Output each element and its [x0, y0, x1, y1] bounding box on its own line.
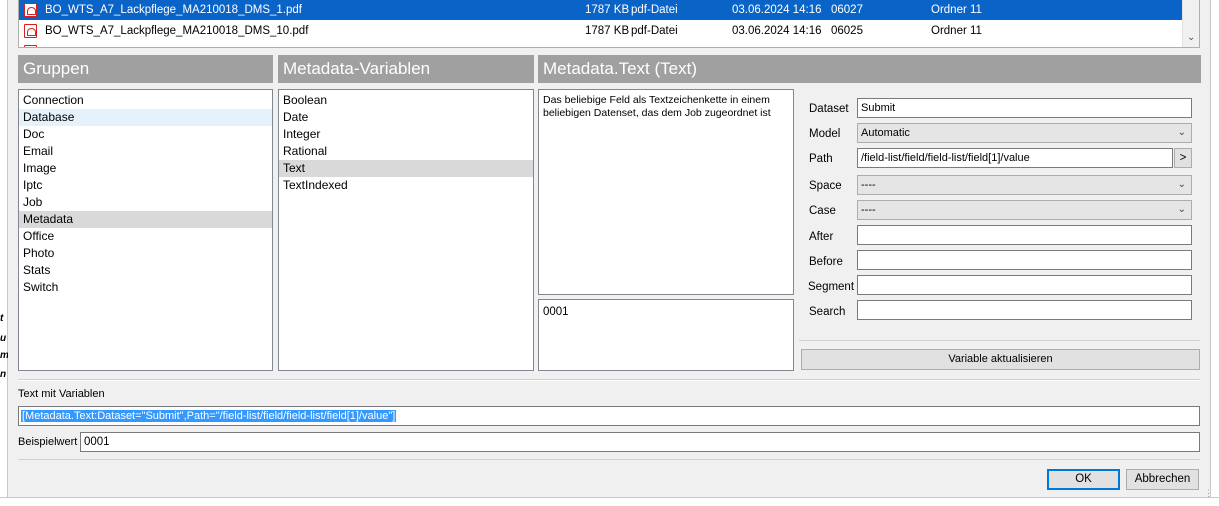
file-row[interactable]: BO_WTS_A7_Lackpflege_MA210018_DMS_1.pdf … [19, 0, 1184, 20]
model-value: Automatic [861, 127, 910, 139]
group-item-metadata[interactable]: Metadata [19, 211, 272, 228]
search-input[interactable] [857, 300, 1192, 320]
file-list-scrollbar[interactable]: ⌄ [1182, 0, 1199, 47]
background-window-left [0, 0, 8, 506]
file-type: pdf-Datei [631, 25, 678, 37]
chevron-down-icon[interactable]: ⌄ [1187, 32, 1195, 43]
path-label: Path [809, 153, 833, 165]
chevron-down-icon: ⌄ [1177, 204, 1186, 215]
model-select[interactable]: Automatic ⌄ [857, 123, 1192, 143]
groups-header: Gruppen [18, 55, 273, 83]
background-window-bottom [0, 497, 1219, 506]
segment-label: Segment [808, 281, 855, 293]
path-browse-button[interactable]: > [1174, 148, 1192, 168]
background-text-fragment: u [0, 333, 7, 344]
detail-header: Metadata.Text (Text) [538, 55, 1201, 83]
file-type: pdf-Datei [631, 4, 678, 16]
before-input[interactable] [857, 250, 1192, 270]
variables-list[interactable]: Boolean Date Integer Rational Text TextI… [278, 89, 534, 371]
pdf-icon [24, 3, 37, 17]
space-select[interactable]: ---- ⌄ [857, 175, 1192, 195]
background-text-fragment: t [0, 313, 4, 324]
file-name: BO_WTS_A7_Lackpflege_MA210018_DMS_1.pdf [45, 4, 302, 16]
group-item-email[interactable]: Email [19, 143, 272, 160]
groups-list[interactable]: Connection Database Doc Email Image Iptc… [18, 89, 273, 371]
file-date: 03.06.2024 14:16 [732, 4, 822, 16]
ok-button[interactable]: OK [1047, 469, 1120, 490]
group-item-iptc[interactable]: Iptc [19, 177, 272, 194]
text-with-variables-value: [Metadata.Text:Dataset="Submit",Path="/f… [21, 410, 397, 422]
background-window-right [1210, 0, 1219, 506]
search-label: Search [809, 306, 846, 318]
file-row-partial[interactable] [19, 42, 1184, 47]
resize-grip-icon[interactable]: ⋮ [1204, 488, 1213, 499]
variable-description: Das beliebige Feld als Textzeichenkette … [538, 89, 794, 295]
chevron-down-icon: ⌄ [1177, 179, 1186, 190]
pdf-icon [24, 45, 37, 47]
dataset-label: Dataset [809, 103, 849, 115]
chevron-down-icon: ⌄ [1177, 127, 1186, 138]
text-with-variables-input[interactable]: [Metadata.Text:Dataset="Submit",Path="/f… [18, 406, 1200, 426]
case-value: ---- [861, 204, 876, 216]
group-item-stats[interactable]: Stats [19, 262, 272, 279]
variable-item-rational[interactable]: Rational [279, 143, 533, 160]
example-label: Beispielwert [18, 436, 78, 448]
variable-item-boolean[interactable]: Boolean [279, 92, 533, 109]
file-name: BO_WTS_A7_Lackpflege_MA210018_DMS_10.pdf [45, 25, 309, 37]
pdf-icon [24, 24, 37, 38]
file-id: 06027 [831, 4, 863, 16]
group-item-job[interactable]: Job [19, 194, 272, 211]
segment-input[interactable] [857, 275, 1192, 295]
variable-item-textindexed[interactable]: TextIndexed [279, 177, 533, 194]
example-value-input[interactable]: 0001 [80, 432, 1200, 452]
text-with-variables-label: Text mit Variablen [18, 388, 105, 400]
file-size: 1787 KB [585, 25, 630, 37]
group-item-photo[interactable]: Photo [19, 245, 272, 262]
file-folder: Ordner 11 [931, 25, 982, 37]
variable-item-integer[interactable]: Integer [279, 126, 533, 143]
case-select[interactable]: ---- ⌄ [857, 200, 1192, 220]
file-list[interactable]: BO_WTS_A7_Lackpflege_MA210018_DMS_1.pdf … [18, 0, 1200, 48]
after-label: After [809, 231, 834, 243]
group-item-switch[interactable]: Switch [19, 279, 272, 296]
file-row[interactable]: BO_WTS_A7_Lackpflege_MA210018_DMS_10.pdf… [19, 21, 1184, 41]
group-item-doc[interactable]: Doc [19, 126, 272, 143]
footer-divider [18, 459, 1200, 460]
cancel-button[interactable]: Abbrechen [1126, 469, 1199, 490]
section-divider-highlight [18, 380, 1200, 381]
space-label: Space [809, 180, 842, 192]
background-text-fragment: m [0, 350, 9, 361]
file-size: 1787 KB [585, 4, 630, 16]
background-text-fragment: n [0, 369, 7, 380]
before-label: Before [809, 256, 843, 268]
space-value: ---- [861, 179, 876, 191]
variable-item-date[interactable]: Date [279, 109, 533, 126]
group-item-office[interactable]: Office [19, 228, 272, 245]
file-folder: Ordner 11 [931, 4, 982, 16]
file-id: 06025 [831, 25, 863, 37]
path-input[interactable]: /field-list/field/field-list/field[1]/va… [857, 148, 1173, 168]
variable-item-text[interactable]: Text [279, 160, 533, 177]
file-date: 03.06.2024 14:16 [732, 25, 822, 37]
case-label: Case [809, 205, 836, 217]
after-input[interactable] [857, 225, 1192, 245]
dataset-input[interactable]: Submit [857, 98, 1192, 118]
model-label: Model [809, 128, 841, 140]
update-variable-button[interactable]: Variable aktualisieren [801, 349, 1200, 370]
variable-preview: 0001 [538, 299, 794, 371]
variables-header: Metadata-Variablen [278, 55, 534, 83]
group-item-connection[interactable]: Connection [19, 92, 272, 109]
group-item-database[interactable]: Database [19, 109, 272, 126]
group-item-image[interactable]: Image [19, 160, 272, 177]
form-divider [799, 340, 1200, 341]
